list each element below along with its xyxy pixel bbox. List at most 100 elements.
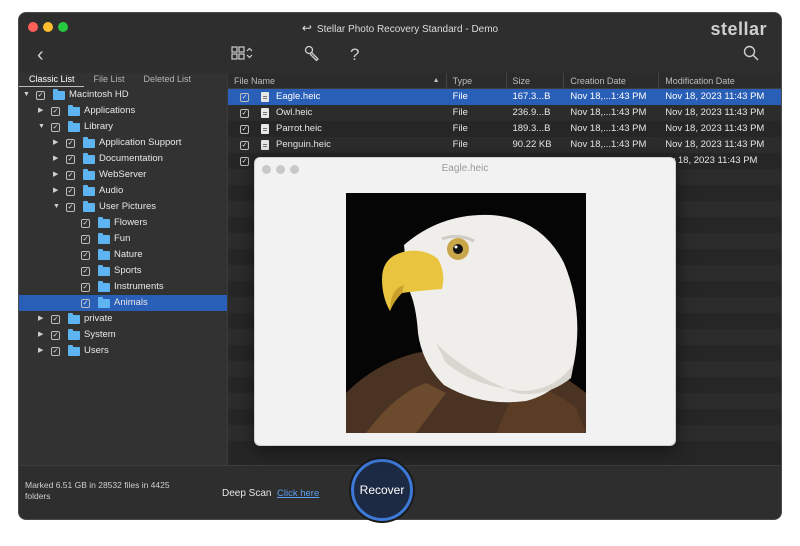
table-row[interactable]: ✓ Owl.heic File 236.9...B Nov 18,...1:43 PM N…	[228, 105, 781, 121]
column-type[interactable]: Type	[447, 73, 507, 88]
expand-arrow-icon[interactable]: ▶	[38, 103, 43, 119]
tree-item-label: Instruments	[114, 281, 164, 292]
row-checkbox[interactable]: ✓	[240, 109, 249, 118]
tree-checkbox[interactable]: ✓	[81, 299, 90, 308]
row-checkbox[interactable]: ✓	[240, 125, 249, 134]
tree-item-webserver[interactable]: ▶ ✓ WebServer	[19, 167, 227, 183]
tab-classic-list[interactable]: Classic List	[19, 73, 84, 87]
chevron-left-icon[interactable]: ‹	[37, 45, 44, 65]
file-name-cell: ✓ Parrot.heic	[228, 121, 447, 137]
folder-icon	[98, 281, 110, 292]
folder-icon	[98, 217, 110, 228]
tree-checkbox[interactable]: ✓	[81, 283, 90, 292]
grid-view-icon[interactable]	[231, 45, 255, 67]
folder-icon	[98, 297, 110, 308]
folder-icon	[83, 137, 95, 148]
tree-item-library[interactable]: ▼ ✓ Library	[19, 119, 227, 135]
folder-icon	[83, 169, 95, 180]
table-row[interactable]: ✓ Parrot.heic File 189.3...B Nov 18,...1:43 …	[228, 121, 781, 137]
column-file-name[interactable]: File Name ▲	[228, 73, 447, 88]
tree-item-private[interactable]: ▶ ✓ private	[19, 311, 227, 327]
folder-tree-panel: Classic List File List Deleted List ▼ ✓ Ma…	[19, 73, 227, 465]
tree-item-label: Nature	[114, 249, 143, 260]
tree-checkbox[interactable]: ✓	[81, 267, 90, 276]
folder-icon	[68, 313, 80, 324]
title-bar: ↩ Stellar Photo Recovery Standard - Demo …	[19, 13, 781, 41]
tree-checkbox[interactable]: ✓	[81, 251, 90, 260]
tree-item-label: Animals	[114, 297, 148, 308]
row-checkbox[interactable]: ✓	[240, 141, 249, 150]
tree-item-users[interactable]: ▶ ✓ Users	[19, 343, 227, 359]
tree-checkbox[interactable]: ✓	[51, 331, 60, 340]
file-modified-cell: Nov 18, 2023 11:43 PM	[665, 107, 765, 118]
window-title: Stellar Photo Recovery Standard - Demo	[316, 24, 499, 35]
tree-item-flowers[interactable]: ✓ Flowers	[19, 215, 227, 231]
expand-arrow-icon[interactable]: ▶	[38, 311, 43, 327]
tree-checkbox[interactable]: ✓	[66, 187, 75, 196]
tree-checkbox[interactable]: ✓	[66, 139, 75, 148]
collapse-arrow-icon[interactable]: ▼	[38, 119, 45, 135]
column-modification-date[interactable]: Modification Date	[659, 73, 781, 88]
tree-checkbox[interactable]: ✓	[51, 315, 60, 324]
tree-item-system[interactable]: ▶ ✓ System	[19, 327, 227, 343]
expand-arrow-icon[interactable]: ▶	[38, 327, 43, 343]
tree-item-user-pictures[interactable]: ▼ ✓ User Pictures	[19, 199, 227, 215]
tree-checkbox[interactable]: ✓	[36, 91, 45, 100]
view-tabs: Classic List File List Deleted List	[19, 73, 227, 87]
deep-scan-label: Deep Scan	[222, 488, 272, 499]
tree-item-sports[interactable]: ✓ Sports	[19, 263, 227, 279]
row-checkbox[interactable]: ✓	[240, 93, 249, 102]
folder-icon	[83, 185, 95, 196]
tree-item-audio[interactable]: ▶ ✓ Audio	[19, 183, 227, 199]
return-arrow-icon[interactable]: ↩	[302, 21, 312, 35]
marked-summary: Marked 6.51 GB in 28532 files in 4425 fo…	[25, 480, 170, 501]
tree-item-fun[interactable]: ✓ Fun	[19, 231, 227, 247]
expand-arrow-icon[interactable]: ▶	[53, 151, 58, 167]
folder-icon	[68, 329, 80, 340]
tree-checkbox[interactable]: ✓	[66, 171, 75, 180]
tree-item-instruments[interactable]: ✓ Instruments	[19, 279, 227, 295]
tree-item-applications[interactable]: ▶ ✓ Applications	[19, 103, 227, 119]
table-row[interactable]: ✓ Penguin.heic File 90.22 KB Nov 18,...1:43 …	[228, 137, 781, 153]
tree-item-label: Documentation	[99, 153, 163, 164]
column-creation-date[interactable]: Creation Date	[564, 73, 660, 88]
tree-item-animals[interactable]: ✓ Animals	[19, 295, 227, 311]
tree-checkbox[interactable]: ✓	[81, 235, 90, 244]
file-size-cell: 167.3...B	[512, 91, 551, 102]
expand-arrow-icon[interactable]: ▶	[38, 343, 43, 359]
tree-checkbox[interactable]: ✓	[66, 155, 75, 164]
table-header: File Name ▲ Type Size Creation Date Modif…	[228, 73, 781, 89]
row-checkbox[interactable]: ✓	[240, 157, 249, 166]
folder-icon	[68, 105, 80, 116]
column-size[interactable]: Size	[507, 73, 565, 88]
folder-icon	[98, 233, 110, 244]
tree-item-application-support[interactable]: ▶ ✓ Application Support	[19, 135, 227, 151]
window-title-container: ↩ Stellar Photo Recovery Standard - Demo	[19, 21, 781, 35]
tree-checkbox[interactable]: ✓	[81, 219, 90, 228]
file-size-cell: 90.22 KB	[512, 139, 552, 150]
collapse-arrow-icon[interactable]: ▼	[23, 87, 30, 103]
recover-button[interactable]: Recover	[351, 459, 413, 521]
tree-item-macintosh-hd[interactable]: ▼ ✓ Macintosh HD	[19, 87, 227, 103]
expand-arrow-icon[interactable]: ▶	[53, 135, 58, 151]
tree-checkbox[interactable]: ✓	[51, 123, 60, 132]
tree-checkbox[interactable]: ✓	[66, 203, 75, 212]
deep-scan-link[interactable]: Click here	[277, 488, 319, 499]
file-created-cell: Nov 18,...1:43 PM	[570, 139, 647, 150]
collapse-arrow-icon[interactable]: ▼	[53, 199, 60, 215]
tab-deleted-list[interactable]: Deleted List	[134, 73, 201, 87]
expand-arrow-icon[interactable]: ▶	[53, 183, 58, 199]
tree-item-documentation[interactable]: ▶ ✓ Documentation	[19, 151, 227, 167]
file-created-cell: Nov 18,...1:43 PM	[570, 91, 647, 102]
file-name: Parrot.heic	[276, 123, 322, 134]
tree-checkbox[interactable]: ✓	[51, 347, 60, 356]
wrench-icon[interactable]	[303, 45, 321, 69]
question-mark-icon[interactable]: ?	[350, 45, 359, 65]
sort-ascending-icon: ▲	[432, 77, 440, 84]
tab-file-list[interactable]: File List	[84, 73, 134, 87]
table-row[interactable]: ✓ Eagle.heic File 167.3...B Nov 18,...1:43 P…	[228, 89, 781, 105]
tree-checkbox[interactable]: ✓	[51, 107, 60, 116]
expand-arrow-icon[interactable]: ▶	[53, 167, 58, 183]
tree-item-nature[interactable]: ✓ Nature	[19, 247, 227, 263]
search-icon[interactable]	[743, 45, 759, 67]
